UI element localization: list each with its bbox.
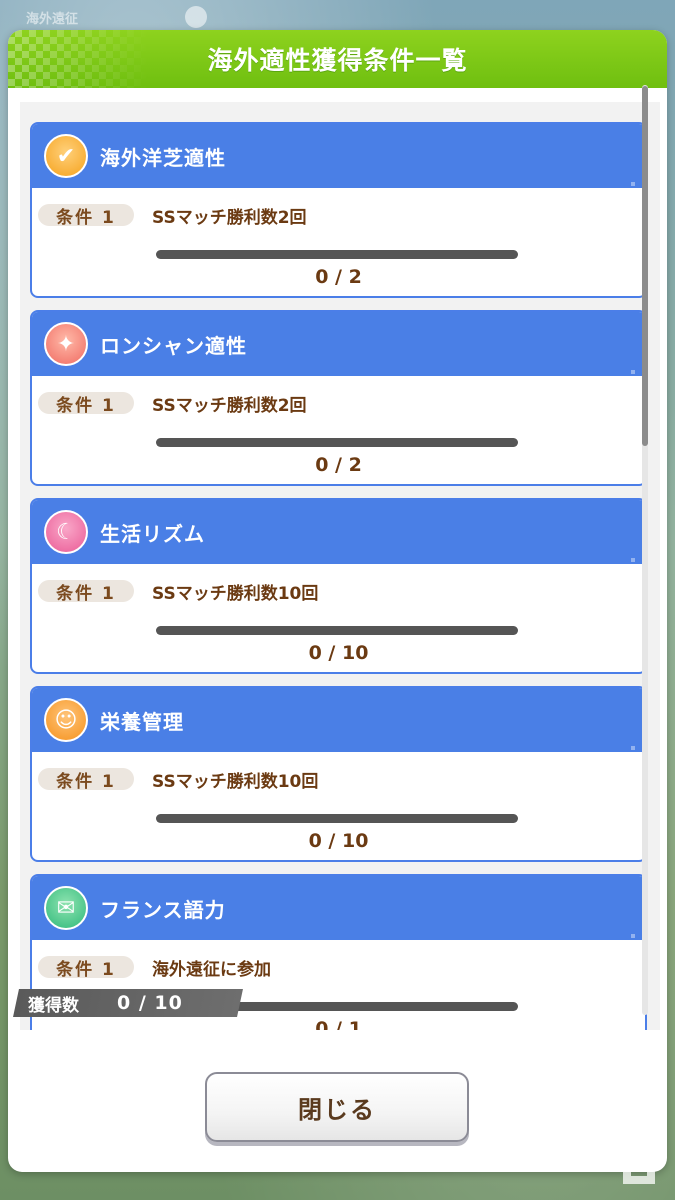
- aptitude-card-longchamp: ✦ ロンシャン適性 条件 1 SSマッチ勝利数2回 0 / 2: [30, 310, 647, 486]
- condition-badge: 条件 1: [38, 768, 134, 792]
- condition-badge: 条件 1: [38, 956, 134, 980]
- turf-icon: ✔: [44, 134, 88, 178]
- condition-badge: 条件 1: [38, 204, 134, 228]
- progress-count: 0 / 10: [308, 830, 369, 852]
- condition-text: SSマッチ勝利数10回: [152, 771, 319, 792]
- longchamp-icon: ✦: [44, 322, 88, 366]
- scrollbar-thumb[interactable]: [642, 86, 648, 446]
- progress-count: 0 / 1: [315, 1018, 362, 1030]
- progress-bar: [156, 814, 518, 823]
- card-title: フランス語力: [100, 897, 226, 922]
- card-header: ☾ 生活リズム: [32, 500, 645, 564]
- condition-row: 条件 1 SSマッチ勝利数2回: [38, 204, 307, 228]
- condition-row: 条件 1 海外遠征に参加: [38, 956, 271, 980]
- aptitude-card-turf: ✔ 海外洋芝適性 条件 1 SSマッチ勝利数2回 0 / 2: [30, 122, 647, 298]
- french-icon: ✉: [44, 886, 88, 930]
- acquired-count: 獲得数 0 / 10: [16, 989, 240, 1017]
- progress-bar: [156, 438, 518, 447]
- progress-bar: [156, 626, 518, 635]
- background-info-icon: [185, 6, 207, 28]
- progress-count: 0 / 10: [308, 642, 369, 664]
- condition-row: 条件 1 SSマッチ勝利数10回: [38, 768, 319, 792]
- card-title: 生活リズム: [100, 521, 205, 546]
- card-header: ✦ ロンシャン適性: [32, 312, 645, 376]
- close-button[interactable]: 閉じる: [205, 1072, 469, 1142]
- card-header: ✔ 海外洋芝適性: [32, 124, 645, 188]
- condition-text: SSマッチ勝利数2回: [152, 395, 307, 416]
- acquired-value: 0 / 10: [117, 992, 183, 1014]
- dialog-header: 海外適性獲得条件一覧: [8, 30, 667, 88]
- background-label: 海外遠征: [26, 12, 79, 27]
- card-title: 海外洋芝適性: [100, 145, 226, 170]
- condition-row: 条件 1 SSマッチ勝利数10回: [38, 580, 319, 604]
- rhythm-icon: ☾: [44, 510, 88, 554]
- progress-count: 0 / 2: [315, 266, 362, 288]
- condition-badge: 条件 1: [38, 392, 134, 416]
- condition-text: 海外遠征に参加: [152, 959, 271, 980]
- condition-row: 条件 1 SSマッチ勝利数2回: [38, 392, 307, 416]
- header-pattern: [8, 30, 148, 88]
- card-header: ☺ 栄養管理: [32, 688, 645, 752]
- condition-text: SSマッチ勝利数10回: [152, 583, 319, 604]
- aptitude-card-rhythm: ☾ 生活リズム 条件 1 SSマッチ勝利数10回 0 / 10: [30, 498, 647, 674]
- progress-count: 0 / 2: [315, 454, 362, 476]
- progress-bar: [156, 250, 518, 259]
- card-header: ✉ フランス語力: [32, 876, 645, 940]
- card-title: ロンシャン適性: [100, 333, 247, 358]
- card-title: 栄養管理: [100, 709, 184, 734]
- watermark-logo-icon: [623, 1158, 655, 1184]
- conditions-list[interactable]: ✔ 海外洋芝適性 条件 1 SSマッチ勝利数2回 0 / 2 ✦ ロンシャン適性…: [20, 102, 660, 1030]
- nutrition-icon: ☺: [44, 698, 88, 742]
- condition-badge: 条件 1: [38, 580, 134, 604]
- condition-text: SSマッチ勝利数2回: [152, 207, 307, 228]
- acquired-label: 獲得数: [28, 995, 79, 1016]
- aptitude-card-nutrition: ☺ 栄養管理 条件 1 SSマッチ勝利数10回 0 / 10: [30, 686, 647, 862]
- dialog-title: 海外適性獲得条件一覧: [207, 46, 468, 75]
